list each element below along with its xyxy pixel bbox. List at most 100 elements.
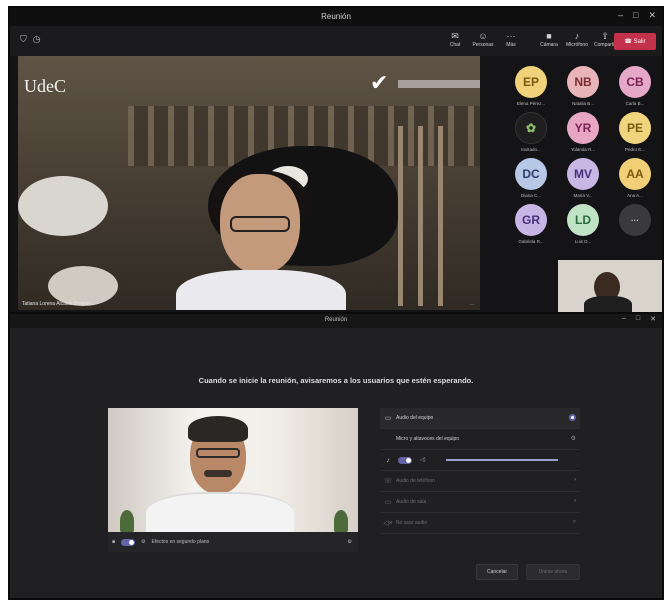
window-title: Reunión [321, 12, 351, 21]
participant-tile[interactable]: PE Pedro E... [612, 112, 658, 152]
glasses-icon [230, 216, 290, 232]
window-controls: – □ ✕ [622, 315, 656, 323]
avatar: PE [619, 112, 651, 144]
cancel-button[interactable]: Cancelar [476, 564, 518, 580]
presenter-body [176, 270, 346, 310]
self-body [584, 296, 632, 312]
user-hair [188, 416, 248, 442]
audio-options: ▭ Audio del equipo Micro y altavoces del… [380, 408, 580, 534]
chevron-right-icon: › [574, 498, 576, 504]
shield-icon[interactable]: ⛉ [20, 34, 27, 45]
title-bar: Reunión – □ ✕ [10, 314, 662, 328]
logo-text-block [398, 80, 480, 88]
more-participants-button[interactable]: ··· [612, 204, 658, 236]
self-camera-preview[interactable] [558, 260, 662, 312]
avatar: EP [515, 66, 547, 98]
microphone-icon: ♪ [574, 31, 580, 41]
maximize-icon[interactable]: □ [636, 315, 640, 323]
user-mustache [204, 470, 232, 477]
presenter-video [176, 170, 346, 310]
participant-tile[interactable]: GR Gabriela R... [508, 204, 554, 244]
check-icon: ✔ [370, 70, 389, 95]
waiting-notice: Cuando se inicie la reunión, avisaremos … [198, 376, 474, 385]
people-button[interactable]: ☺ Personas [470, 30, 496, 48]
participant-tile[interactable]: ✿ Invitado... [508, 112, 554, 152]
phone-icon: ☏ [383, 478, 393, 485]
participant-tile[interactable]: MV María V... [560, 158, 606, 198]
participant-tile[interactable]: EP Elena Pérez... [508, 66, 554, 106]
glasses-icon [196, 448, 240, 458]
effects-icon: ⚙ [141, 539, 146, 545]
minimize-icon[interactable]: – [618, 10, 623, 21]
camera-preview [108, 408, 358, 532]
room-icon: ▭ [384, 499, 392, 506]
option-no-audio[interactable]: ◁× No usar audio ○ [380, 513, 580, 534]
mic-volume-row: ♪ ◁) [380, 450, 580, 471]
microphone-icon: ♪ [386, 456, 390, 464]
speaker-volume-slider[interactable] [446, 459, 558, 461]
chat-button[interactable]: ✉ Chat [442, 30, 468, 48]
toolbar-left: ⛉ ◷ [20, 34, 41, 45]
phone-icon: ☎ [624, 39, 634, 45]
shared-video-stage[interactable]: UdeC ✔ Tatiana Lorena Alcalde Bonnat... … [18, 56, 480, 310]
speaker-off-icon: ◁× [383, 520, 393, 527]
option-room-audio[interactable]: ▭ Audio de sala › [380, 492, 580, 513]
avatar: MV [567, 158, 599, 190]
join-now-button[interactable]: Unirse ahora [526, 564, 580, 580]
mic-toggle[interactable] [398, 456, 412, 464]
camera-icon: ■ [112, 539, 116, 545]
presenter-name: Tatiana Lorena Alcalde Bonnat... [22, 301, 94, 307]
cow-spot [18, 176, 108, 236]
avatar: NB [567, 66, 599, 98]
plant-image [334, 510, 348, 532]
minimize-icon[interactable]: – [622, 315, 626, 323]
window-controls: – □ ✕ [618, 10, 656, 21]
radio-empty-icon: ○ [572, 519, 576, 525]
settings-icon[interactable]: ⚙ [348, 539, 352, 545]
fence-rail [398, 126, 403, 306]
camera-button[interactable]: ■ Cámara [536, 30, 562, 48]
avatar: GR [515, 204, 547, 236]
maximize-icon[interactable]: □ [633, 10, 638, 21]
join-actions: Cancelar Unirse ahora [476, 564, 580, 580]
window-title: Reunión [324, 317, 348, 323]
background-effects-label[interactable]: Efectos en segundo plano [152, 539, 210, 545]
title-bar: Reunión – □ ✕ [10, 8, 662, 26]
preview-controls: ■ ⚙ Efectos en segundo plano ⚙ [108, 532, 358, 552]
plant-image [120, 510, 134, 532]
gear-icon[interactable]: ⚙ [571, 435, 576, 442]
participant-tile[interactable]: YR Yolanda R... [560, 112, 606, 152]
participant-tile[interactable]: AA Ana A... [612, 158, 658, 198]
camera-toggle[interactable] [121, 538, 136, 546]
monitor-icon: ▭ [384, 415, 392, 422]
mic-button[interactable]: ♪ Micrófono [564, 30, 590, 48]
avatar: AA [619, 158, 651, 190]
user-body [146, 492, 294, 532]
avatar: LD [567, 204, 599, 236]
more-icon: ··· [619, 204, 651, 236]
avatar: CB [619, 66, 651, 98]
participant-tile[interactable]: CB Carla B... [612, 66, 658, 106]
meeting-window: Reunión – □ ✕ ⛉ ◷ ✉ Chat ☺ Personas ··· Más… [10, 8, 662, 312]
avatar: YR [567, 112, 599, 144]
computer-audio-radio[interactable] [569, 414, 576, 421]
participant-tile[interactable]: NB Natalia B... [560, 66, 606, 106]
more-button[interactable]: ··· Más [498, 30, 524, 48]
cow-spot [48, 266, 118, 306]
participant-tile[interactable]: LD Luis D... [560, 204, 606, 244]
chevron-right-icon: › [574, 477, 576, 483]
fence-rail [418, 126, 423, 306]
prejoin-window: Reunión – □ ✕ Cuando se inicie la reunió… [10, 314, 662, 598]
option-mic-speakers[interactable]: Micro y altavoces del equipo ⚙ [380, 429, 580, 450]
participant-tile[interactable]: DC Diana C... [508, 158, 554, 198]
leave-button[interactable]: ☎ Salir [614, 33, 656, 50]
close-icon[interactable]: ✕ [648, 10, 656, 21]
avatar: DC [515, 158, 547, 190]
people-icon: ☺ [478, 31, 488, 41]
close-icon[interactable]: ✕ [650, 315, 656, 323]
meeting-toolbar: ⛉ ◷ ✉ Chat ☺ Personas ··· Más ■ Cámara ♪ Micr… [10, 26, 662, 56]
option-phone-audio[interactable]: ☏ Audio de teléfono › [380, 471, 580, 492]
camera-icon: ■ [546, 31, 552, 41]
option-computer-audio[interactable]: ▭ Audio del equipo [380, 408, 580, 429]
avatar: ✿ [515, 112, 547, 144]
